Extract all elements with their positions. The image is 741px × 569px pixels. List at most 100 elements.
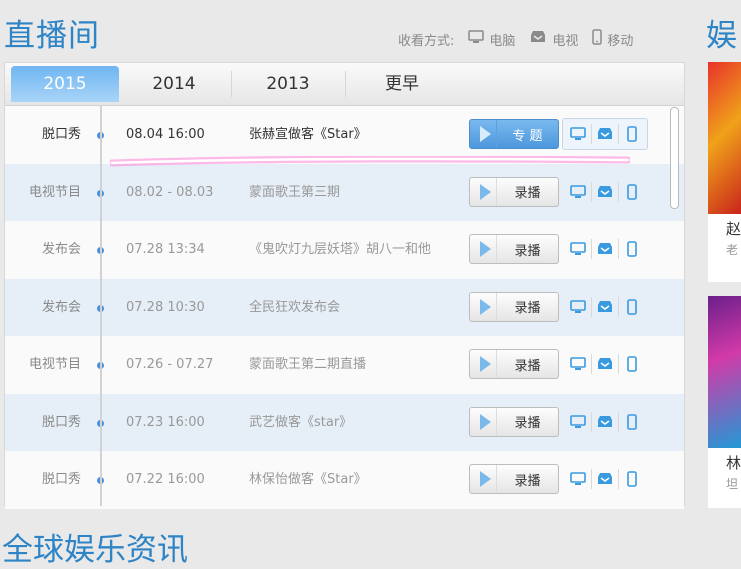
- button-label: 录播: [514, 358, 541, 374]
- section-title-news: 全球娱乐资讯: [2, 532, 188, 568]
- monitor-icon[interactable]: [565, 411, 592, 432]
- play-icon: [480, 413, 491, 430]
- tv-box-icon[interactable]: [592, 239, 619, 259]
- phone-icon: [592, 29, 603, 49]
- button-label: 录播: [514, 416, 541, 431]
- device-icons: [565, 409, 645, 435]
- phone-icon[interactable]: [619, 354, 645, 374]
- row-category: 发布会: [41, 242, 81, 257]
- monitor-icon[interactable]: [565, 354, 592, 374]
- row-title[interactable]: 蒙面歌王第二期直播: [249, 336, 366, 394]
- timeline-line: [100, 106, 102, 506]
- row-title[interactable]: 《鬼吹灯九层妖塔》胡八一和他: [249, 221, 431, 279]
- tv-box-icon[interactable]: [592, 354, 619, 374]
- tv-box-icon[interactable]: [592, 181, 619, 202]
- side-card-image: [708, 62, 741, 214]
- schedule-row[interactable]: 脱口秀 08.04 16:00 张赫宣做客《Star》 专 题: [5, 106, 684, 164]
- right-section-title: 娱: [706, 18, 737, 54]
- side-card-title: 赵: [726, 220, 741, 238]
- phone-icon[interactable]: [619, 239, 645, 259]
- replay-button[interactable]: 录播: [469, 464, 559, 494]
- page-title: 直播间: [4, 18, 100, 54]
- schedule-row[interactable]: 发布会 07.28 13:34 《鬼吹灯九层妖塔》胡八一和他 录播: [5, 221, 684, 279]
- row-title[interactable]: 林保怡做客《Star》: [249, 451, 367, 509]
- play-icon: [480, 471, 491, 487]
- button-label: 录播: [514, 473, 541, 489]
- mode-pc[interactable]: 电脑: [468, 30, 515, 49]
- special-topic-button[interactable]: 专 题: [469, 119, 559, 149]
- monitor-icon[interactable]: [565, 239, 592, 259]
- row-date: 07.22 16:00: [126, 472, 205, 487]
- tab-2014[interactable]: 2014: [117, 63, 231, 105]
- row-category: 电视节目: [28, 184, 81, 200]
- row-date: 07.26 - 07.27: [126, 357, 214, 372]
- tv-box-icon: [529, 30, 547, 48]
- replay-button[interactable]: 录播: [469, 406, 559, 437]
- watch-modes-label: 收看方式:: [398, 33, 455, 49]
- play-icon: [480, 356, 491, 372]
- watch-modes: 收看方式: 电脑 电视 移动: [398, 29, 633, 49]
- phone-icon[interactable]: [619, 412, 645, 432]
- row-title[interactable]: 武艺做客《star》: [249, 394, 352, 452]
- monitor-icon[interactable]: [565, 296, 592, 317]
- row-date: 07.28 10:30: [126, 299, 205, 315]
- row-title[interactable]: 蒙面歌王第三期: [249, 164, 340, 222]
- schedule-row[interactable]: 发布会 07.28 10:30 全民狂欢发布会 录播: [5, 278, 684, 337]
- side-card-2[interactable]: 林 坦: [708, 296, 741, 508]
- replay-button[interactable]: 录播: [469, 349, 559, 379]
- mode-pc-label: 电脑: [489, 33, 516, 49]
- button-label: 专 题: [512, 128, 543, 144]
- monitor-icon[interactable]: [565, 181, 592, 202]
- schedule-row[interactable]: 电视节目 07.26 - 07.27 蒙面歌王第二期直播 录播: [5, 336, 684, 394]
- side-card-image: [708, 296, 741, 448]
- play-icon: [480, 241, 491, 257]
- button-label: 录播: [514, 301, 541, 316]
- row-date: 07.28 13:34: [126, 242, 205, 257]
- side-card-subtitle: 老: [726, 243, 739, 257]
- tab-2015[interactable]: 2015: [11, 66, 119, 102]
- side-card-title: 林: [726, 454, 741, 472]
- device-icons: [565, 466, 645, 492]
- replay-button[interactable]: 录播: [469, 291, 559, 322]
- replay-button[interactable]: 录播: [469, 176, 559, 207]
- phone-icon[interactable]: [619, 469, 645, 489]
- mode-tv[interactable]: 电视: [529, 30, 578, 49]
- live-schedule-panel: 2015 2014 2013 更早 脱口秀 08.04 16:00 张赫宣做客《…: [4, 62, 685, 509]
- tab-2013[interactable]: 2013: [231, 63, 345, 105]
- replay-button[interactable]: 录播: [469, 234, 559, 264]
- row-category: 发布会: [41, 299, 81, 315]
- row-date: 07.23 16:00: [126, 414, 205, 430]
- row-category: 脱口秀: [41, 127, 81, 142]
- device-icons: [565, 294, 645, 320]
- scrollbar[interactable]: [670, 107, 679, 209]
- phone-icon[interactable]: [619, 124, 645, 144]
- schedule-row[interactable]: 电视节目 08.02 - 08.03 蒙面歌王第三期 录播: [5, 163, 684, 222]
- mode-mobile[interactable]: 移动: [592, 29, 633, 49]
- schedule-row[interactable]: 脱口秀 07.23 16:00 武艺做客《star》 录播: [5, 393, 684, 452]
- mode-mobile-label: 移动: [607, 33, 634, 49]
- button-label: 录播: [514, 243, 541, 259]
- tv-box-icon[interactable]: [592, 296, 619, 317]
- monitor-icon[interactable]: [565, 124, 592, 144]
- row-category: 电视节目: [28, 357, 81, 372]
- row-title[interactable]: 全民狂欢发布会: [249, 279, 340, 337]
- device-icons: [562, 118, 648, 150]
- device-icons: [565, 179, 645, 205]
- phone-icon[interactable]: [619, 297, 645, 317]
- tv-box-icon[interactable]: [592, 124, 619, 144]
- phone-icon[interactable]: [619, 182, 645, 202]
- play-icon: [480, 298, 491, 315]
- tv-box-icon[interactable]: [592, 469, 619, 489]
- device-icons: [565, 351, 645, 377]
- highlight-stroke: [110, 156, 630, 167]
- play-icon: [480, 126, 491, 142]
- mode-tv-label: 电视: [552, 33, 579, 49]
- side-card-1[interactable]: 赵 老: [708, 62, 741, 282]
- monitor-icon: [468, 30, 485, 48]
- tab-earlier[interactable]: 更早: [345, 63, 459, 105]
- tv-box-icon[interactable]: [592, 411, 619, 432]
- year-tabs: 2015 2014 2013 更早: [5, 63, 684, 106]
- monitor-icon[interactable]: [565, 469, 592, 489]
- schedule-row[interactable]: 脱口秀 07.22 16:00 林保怡做客《Star》 录播: [5, 451, 684, 509]
- button-label: 录播: [514, 186, 541, 201]
